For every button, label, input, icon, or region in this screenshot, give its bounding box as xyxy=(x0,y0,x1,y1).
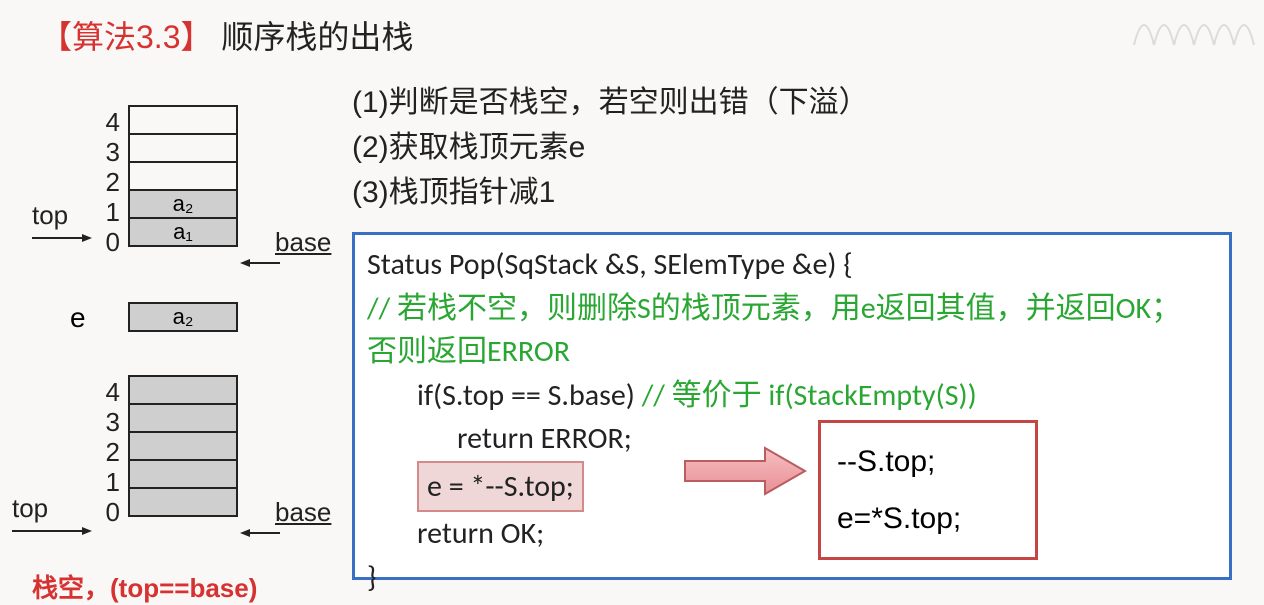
e-cell: a₂ xyxy=(128,302,238,332)
arrow-right-icon xyxy=(12,523,92,541)
arrow-left-icon xyxy=(240,255,280,273)
step-3: (3)栈顶指针减1 xyxy=(352,170,869,215)
expression-breakdown: --S.top; e=*S.top; xyxy=(818,420,1038,560)
highlighted-code: e = *--S.top; xyxy=(417,461,584,513)
step-2: (2)获取栈顶元素e xyxy=(352,125,869,170)
idx: 3 xyxy=(100,137,120,168)
code-line: return OK; xyxy=(367,512,1217,556)
arrow-right-icon xyxy=(32,230,92,248)
top-label: top xyxy=(32,200,68,231)
stack-cell xyxy=(128,161,238,191)
idx: 2 xyxy=(100,167,120,198)
idx: 2 xyxy=(100,437,120,468)
idx: 0 xyxy=(100,227,120,258)
code-text: if(S.top == S.base) xyxy=(417,377,635,414)
empty-stack-note: 栈空，(top==base) xyxy=(32,568,257,605)
stack-cell: a₂ xyxy=(128,189,238,219)
idx: 4 xyxy=(100,107,120,138)
breakdown-line: e=*S.top; xyxy=(837,490,1019,547)
algorithm-steps: (1)判断是否栈空，若空则出错（下溢） (2)获取栈顶元素e (3)栈顶指针减1 xyxy=(352,80,869,215)
idx: 4 xyxy=(100,377,120,408)
code-block: Status Pop(SqStack &S, SElemType &e) { /… xyxy=(352,232,1232,580)
base-label: base xyxy=(275,227,331,258)
arrow-left-icon xyxy=(240,525,280,543)
step-1: (1)判断是否栈空，若空则出错（下溢） xyxy=(352,80,869,125)
stack-cell xyxy=(128,431,238,461)
idx: 1 xyxy=(100,197,120,228)
code-comment: 否则返回ERROR xyxy=(367,330,1217,374)
fat-arrow-icon xyxy=(680,446,810,496)
stack-cell xyxy=(128,403,238,433)
breakdown-line: --S.top; xyxy=(837,433,1019,490)
code-comment: // 若栈不空，则删除S的栈顶元素，用e返回其值，并返回OK； xyxy=(367,287,1217,331)
base-label: base xyxy=(275,497,331,528)
stack-cell: a₁ xyxy=(128,217,238,247)
idx: 0 xyxy=(100,497,120,528)
code-line: Status Pop(SqStack &S, SElemType &e) { xyxy=(367,243,1217,287)
code-comment: // 等价于 if(StackEmpty(S)) xyxy=(642,377,977,414)
title-text: 顺序栈的出栈 xyxy=(221,19,413,55)
stack-cell xyxy=(128,105,238,135)
stack-cell xyxy=(128,375,238,405)
page-title: 【算法3.3】 顺序栈的出栈 xyxy=(40,12,413,58)
stack-cell xyxy=(128,487,238,517)
title-number: 【算法3.3】 xyxy=(40,19,213,55)
code-line: if(S.top == S.base) // 等价于 if(StackEmpty… xyxy=(367,374,1217,418)
idx: 1 xyxy=(100,467,120,498)
idx: 3 xyxy=(100,407,120,438)
top-label: top xyxy=(12,493,48,524)
watermark-scribble xyxy=(1124,0,1264,50)
e-label: e xyxy=(70,302,86,334)
stack-cell xyxy=(128,459,238,489)
code-line: } xyxy=(367,556,1217,600)
stack-cell xyxy=(128,133,238,163)
